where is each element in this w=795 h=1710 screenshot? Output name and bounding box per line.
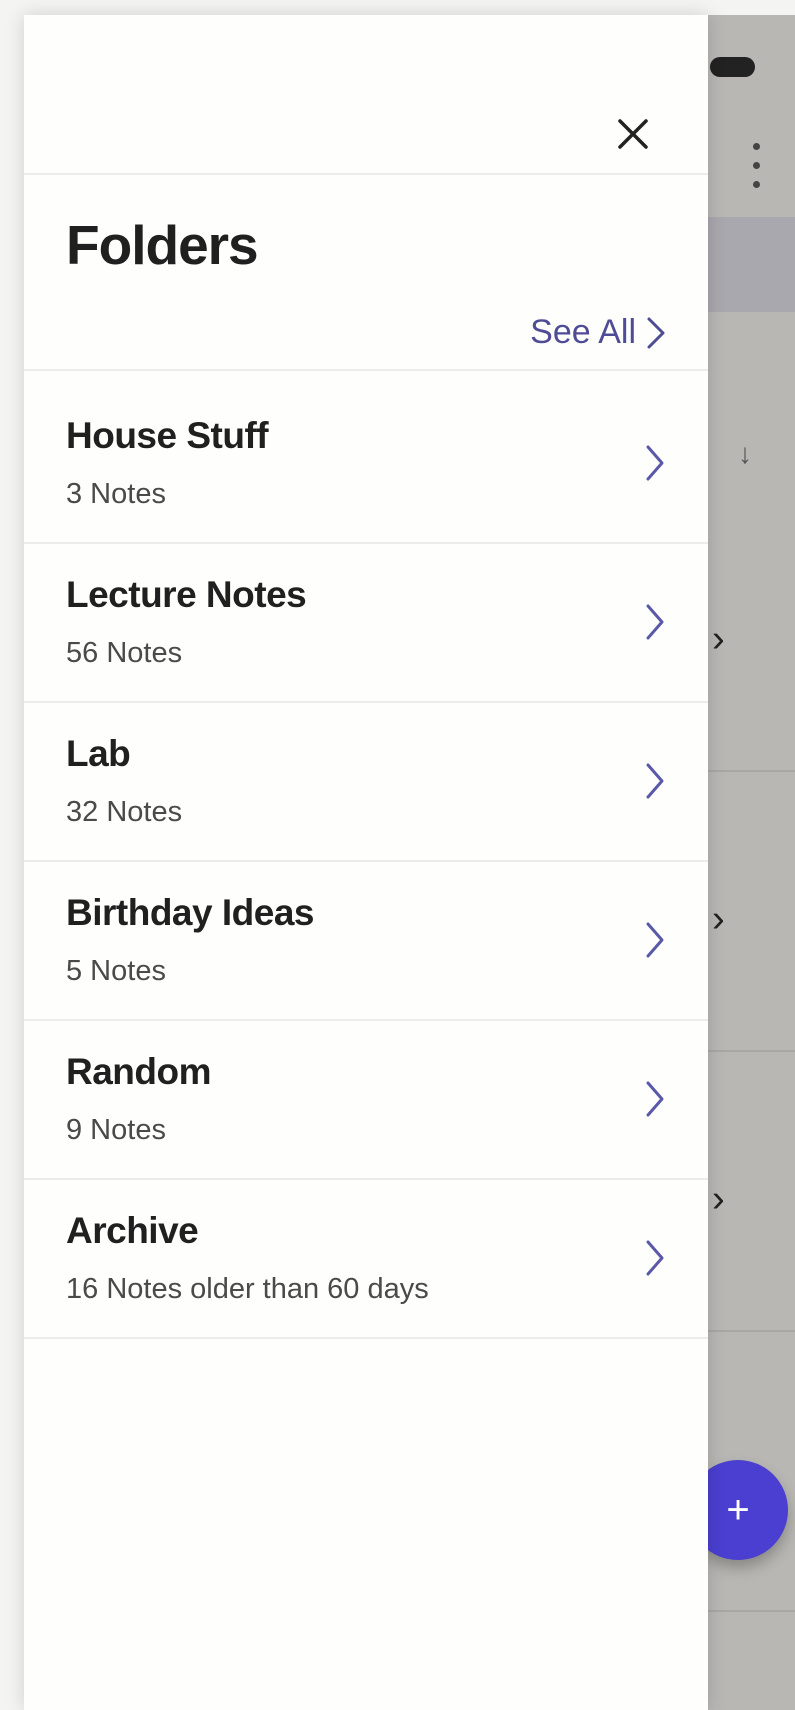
chevron-right-icon <box>646 1081 664 1117</box>
background-divider <box>708 1330 795 1332</box>
chevron-right-icon: › <box>712 898 725 940</box>
arrow-down-icon: ↓ <box>738 438 752 469</box>
close-button[interactable] <box>608 109 658 159</box>
folder-name: Lecture Notes <box>66 574 307 615</box>
folder-count: 3 Notes <box>66 478 166 510</box>
chevron-right-icon: › <box>712 618 725 660</box>
add-note-button[interactable]: + <box>708 1460 788 1560</box>
chevron-right-icon <box>646 445 664 481</box>
folder-name: Archive <box>66 1210 199 1251</box>
status-bar-pill <box>710 57 755 77</box>
chevron-right-icon: › <box>712 1178 725 1220</box>
background-toolbar-strip <box>708 217 795 312</box>
chevron-right-icon <box>646 1240 664 1276</box>
see-all-label: See All <box>530 313 636 351</box>
background-divider <box>708 770 795 772</box>
folder-name: Lab <box>66 733 131 774</box>
folder-item-lecture-notes[interactable]: Lecture Notes 56 Notes <box>24 544 708 703</box>
folder-item-lab[interactable]: Lab 32 Notes <box>24 703 708 862</box>
folder-item-archive[interactable]: Archive 16 Notes older than 60 days <box>24 1180 708 1339</box>
background-divider <box>708 1610 795 1612</box>
folder-item-random[interactable]: Random 9 Notes <box>24 1021 708 1180</box>
folder-list: House Stuff 3 Notes Lecture Notes 56 Not… <box>24 385 708 1339</box>
folder-item-house-stuff[interactable]: House Stuff 3 Notes <box>24 385 708 544</box>
folder-count: 32 Notes <box>66 796 183 828</box>
more-vert-icon[interactable] <box>751 143 761 197</box>
chevron-right-icon <box>646 604 664 640</box>
chevron-right-icon <box>647 317 665 348</box>
page-title: Folders <box>66 214 259 276</box>
folders-drawer: Folders See All House Stuff 3 Notes Lect… <box>24 15 708 1710</box>
chevron-right-icon <box>646 922 664 958</box>
header-divider <box>24 173 708 175</box>
chevron-right-icon <box>646 763 664 799</box>
see-all-link[interactable]: See All <box>530 313 666 352</box>
background-divider <box>708 1050 795 1052</box>
folder-count: 9 Notes <box>66 1114 166 1146</box>
list-top-divider <box>24 369 708 371</box>
folder-count: 5 Notes <box>66 955 166 987</box>
background-screen: ↓ › › › + <box>708 15 795 1710</box>
folder-count: 56 Notes <box>66 637 183 669</box>
folder-name: Random <box>66 1051 212 1092</box>
plus-icon: + <box>726 1488 750 1532</box>
folder-count: 16 Notes older than 60 days <box>66 1273 429 1305</box>
close-icon <box>618 119 648 149</box>
folder-name: Birthday Ideas <box>66 892 314 933</box>
folder-item-birthday-ideas[interactable]: Birthday Ideas 5 Notes <box>24 862 708 1021</box>
folder-name: House Stuff <box>66 415 269 456</box>
